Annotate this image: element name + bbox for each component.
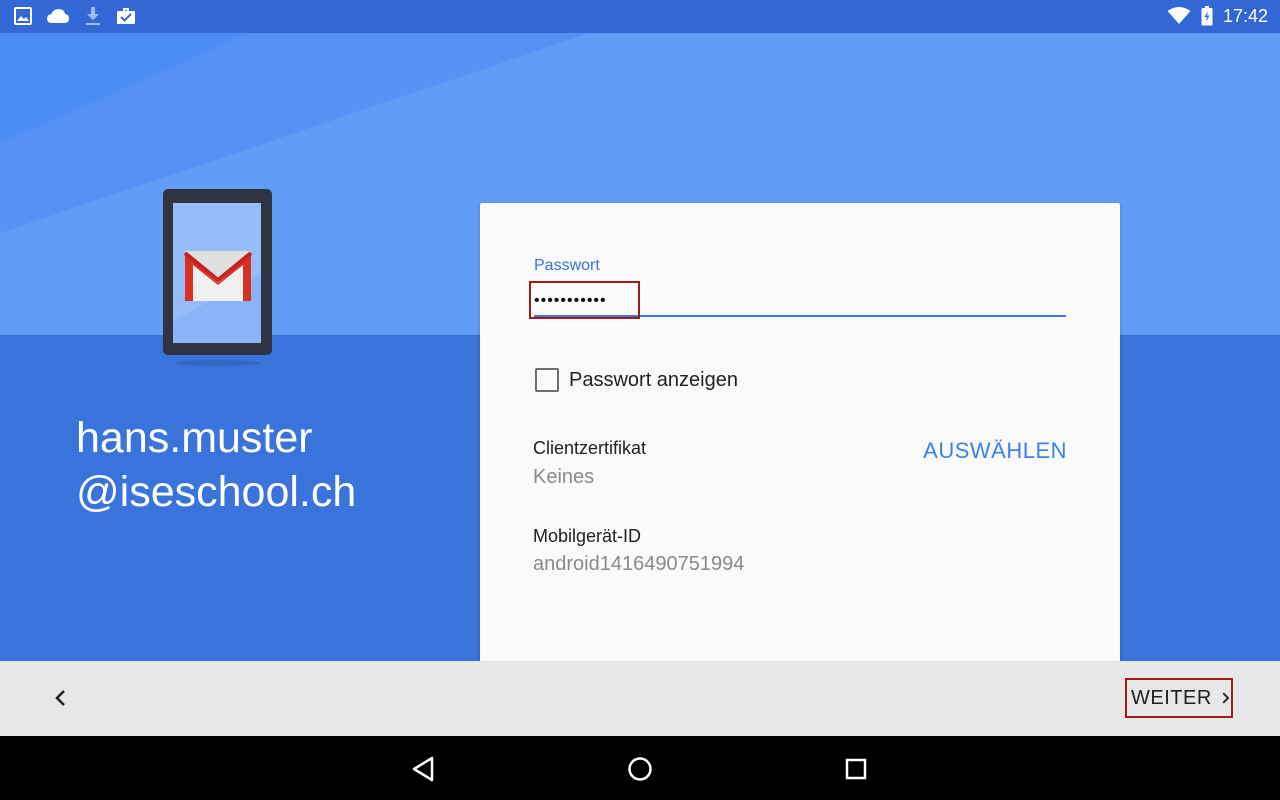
account-domain: @iseschool.ch xyxy=(76,468,357,516)
password-field[interactable] xyxy=(534,283,1066,317)
chevron-right-icon xyxy=(1222,692,1230,704)
status-clock: 17:42 xyxy=(1222,6,1268,26)
password-label: Passwort xyxy=(534,257,600,274)
nav-home-button[interactable] xyxy=(626,755,654,783)
client-certificate-label: Clientzertifikat xyxy=(533,438,647,458)
setup-footer: WEITER xyxy=(0,661,1280,736)
work-briefcase-icon xyxy=(117,8,135,24)
select-certificate-button[interactable]: AUSWÄHLEN xyxy=(923,438,1067,464)
system-status: 17:42 xyxy=(1167,5,1268,27)
cloud-icon xyxy=(47,9,69,23)
system-navigation-bar xyxy=(0,736,1280,800)
battery-icon xyxy=(1201,6,1213,26)
back-button[interactable] xyxy=(46,683,76,713)
tablet-illustration xyxy=(163,189,272,355)
device-id-label: Mobilgerät-ID xyxy=(533,526,642,546)
next-button[interactable]: WEITER xyxy=(1125,678,1233,718)
next-button-label: WEITER xyxy=(1131,686,1212,709)
notification-icons xyxy=(14,6,136,26)
nav-back-button[interactable] xyxy=(410,755,438,783)
download-icon xyxy=(86,7,100,25)
show-password-label: Passwort anzeigen xyxy=(569,368,738,391)
account-setup-screen: hans.muster @iseschool.ch Passwort Passw… xyxy=(0,33,1280,661)
account-name: hans.muster @iseschool.ch xyxy=(76,411,456,519)
device-id-value: android1416490751994 xyxy=(533,553,745,575)
show-password-toggle[interactable]: Passwort anzeigen xyxy=(535,368,738,392)
password-card: Passwort Passwort anzeigen Clientzertifi… xyxy=(480,203,1120,661)
home-circle-icon xyxy=(628,757,652,781)
nav-recents-button[interactable] xyxy=(842,755,870,783)
tablet-shadow xyxy=(175,360,260,366)
back-triangle-icon xyxy=(412,756,434,782)
recents-square-icon xyxy=(845,758,867,780)
gmail-icon xyxy=(173,203,261,321)
client-certificate-value: Keines xyxy=(533,466,595,488)
show-password-checkbox[interactable] xyxy=(535,368,559,392)
status-bar: 17:42 xyxy=(0,0,1280,33)
account-username: hans.muster xyxy=(76,414,313,462)
chevron-left-icon xyxy=(55,690,65,706)
image-icon xyxy=(14,7,32,25)
wifi-icon xyxy=(1167,7,1191,24)
tablet-screen xyxy=(173,203,261,343)
